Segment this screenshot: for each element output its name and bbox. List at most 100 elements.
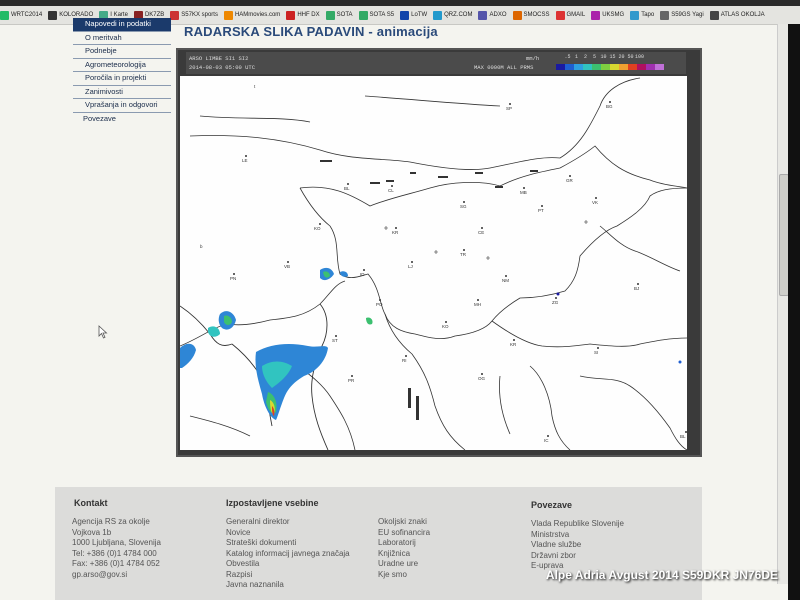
sidebar-nav: Napovedi in podatki O meritvah Podnebje …: [73, 18, 171, 125]
legend-swatch: [574, 64, 583, 70]
svg-text:LE: LE: [242, 158, 248, 163]
bookmark[interactable]: SOTA: [325, 10, 353, 20]
legend-swatch: [637, 64, 646, 70]
svg-text:CL: CL: [388, 188, 394, 193]
legend-tick: 5: [592, 54, 596, 60]
radar-time-line: 2014-08-03 05:00 UTC: [189, 64, 256, 71]
svg-text:ZG: ZG: [552, 300, 559, 305]
bookmark[interactable]: Tapo: [630, 10, 654, 20]
legend-tick: .5: [564, 54, 571, 60]
nav-item-napovedi[interactable]: Napovedi in podatki: [73, 18, 171, 32]
svg-text:OG: OG: [478, 376, 486, 381]
svg-text:SG: SG: [460, 204, 467, 209]
footer-link[interactable]: Katalog informacij javnega značaja: [226, 549, 350, 560]
bookmark[interactable]: WRTC2014: [0, 10, 42, 20]
footer-links-title: Povezave: [531, 500, 573, 510]
map-borders: [179, 77, 688, 451]
radar-map-svg: LE BL CL MB GR PT VK SG KO KR CE TR LJ V…: [179, 77, 688, 451]
svg-text:SI: SI: [594, 350, 598, 355]
footer-link[interactable]: Okoljski znaki: [378, 517, 430, 528]
footer-link[interactable]: Novice: [226, 528, 350, 539]
legend-tick: 10: [600, 54, 607, 60]
footer-link[interactable]: Državni zbor: [531, 551, 624, 562]
page-scrollbar[interactable]: [777, 24, 789, 584]
svg-text:MB: MB: [520, 190, 527, 195]
legend-swatch: [601, 64, 610, 70]
bookmark[interactable]: HAMmovies.com: [223, 10, 280, 20]
radar-unit: mm/h: [526, 55, 540, 62]
svg-text:BL: BL: [344, 186, 350, 191]
radar-station-line: ARSO LIMBE SI1 SI2: [189, 55, 249, 62]
footer-link[interactable]: Javna naznanila: [226, 580, 350, 591]
nav-item-vprasanja[interactable]: Vprašanja in odgovori: [73, 99, 171, 113]
footer-link[interactable]: Vlada Republike Slovenije: [531, 519, 624, 530]
map-coast: [179, 303, 329, 451]
bookmark[interactable]: ADXO: [478, 10, 507, 20]
bookmark[interactable]: S57KX sports: [170, 10, 218, 20]
footer-contact-line: Tel: +386 (0)1 4784 000: [72, 548, 157, 558]
svg-text:ID: ID: [360, 272, 365, 277]
legend-tick: 50: [627, 54, 634, 60]
footer-link[interactable]: Razpisi: [226, 570, 350, 581]
nav-item-porocila[interactable]: Poročila in projekti: [73, 72, 171, 86]
svg-text:CE: CE: [478, 230, 484, 235]
nav-item-o-meritvah[interactable]: O meritvah: [73, 32, 171, 45]
footer-link[interactable]: Uradne ure: [378, 559, 430, 570]
footer-contact-line: Vojkova 1b: [72, 527, 112, 537]
svg-text:NM: NM: [502, 278, 509, 283]
legend-tick: 100: [635, 54, 645, 60]
bookmark[interactable]: HHF DX: [286, 10, 320, 20]
footer-featured-list: Generalni direktor Novice Strateški doku…: [226, 517, 350, 591]
legend-swatch: [592, 64, 601, 70]
precipitation-echoes: [180, 267, 682, 420]
legend-ticks: .5 1 2 5 10 15 20 50 100: [554, 54, 644, 60]
legend-swatch: [655, 64, 664, 70]
footer-email-link[interactable]: gp.arso@gov.si: [72, 570, 161, 581]
svg-text:GR: GR: [566, 178, 574, 183]
legend-tick: 15: [609, 54, 616, 60]
bookmark[interactable]: S59GS Yagi: [660, 10, 704, 20]
svg-text:RI: RI: [402, 358, 407, 363]
radar-mode: MAX 0000M ALL PRMS: [474, 64, 534, 71]
bookmark[interactable]: GMAIL: [555, 10, 585, 20]
svg-text:t: t: [254, 84, 256, 89]
svg-text:KO: KO: [442, 324, 449, 329]
bookmark[interactable]: QRZ.COM: [433, 10, 472, 20]
footer-link[interactable]: Obvestila: [226, 559, 350, 570]
legend-swatch: [619, 64, 628, 70]
footer-contact-line: Agencija RS za okolje: [72, 517, 150, 526]
footer-link[interactable]: Generalni direktor: [226, 517, 350, 528]
legend-swatch: [583, 64, 592, 70]
svg-text:LJ: LJ: [408, 264, 413, 269]
svg-text:BG: BG: [606, 104, 613, 109]
footer-link[interactable]: EU sofinancira: [378, 528, 430, 539]
footer-link[interactable]: Strateški dokumenti: [226, 538, 350, 549]
footer-link[interactable]: Ministrstva: [531, 530, 624, 541]
svg-text:BJ: BJ: [634, 286, 639, 291]
bookmark[interactable]: ATLAS OKOLJA: [709, 10, 765, 20]
footer-link[interactable]: Knjižnica: [378, 549, 430, 560]
bookmark[interactable]: LoTW: [400, 10, 427, 20]
footer-featured-title: Izpostavljene vsebine: [226, 498, 319, 508]
radar-header: ARSO LIMBE SI1 SI2 2014-08-03 05:00 UTC …: [186, 52, 686, 74]
nav-item-povezave[interactable]: Povezave: [73, 113, 171, 126]
footer-link[interactable]: Vladne službe: [531, 540, 624, 551]
nav-item-agrometeorologija[interactable]: Agrometeorologija: [73, 59, 171, 72]
footer-link[interactable]: Kje smo: [378, 570, 430, 581]
svg-text:VB: VB: [284, 264, 290, 269]
bookmark[interactable]: SOTA S5: [358, 10, 394, 20]
legend-tick: 1: [574, 54, 578, 60]
bookmark[interactable]: UKSMG: [591, 10, 624, 20]
svg-text:BL: BL: [680, 434, 686, 439]
nav-item-podnebje[interactable]: Podnebje: [73, 45, 171, 59]
legend-swatch: [565, 64, 574, 70]
svg-text:KR: KR: [510, 342, 517, 347]
nav-item-zanimivosti[interactable]: Zanimivosti: [73, 86, 171, 99]
bookmark[interactable]: SMOCSS: [512, 10, 550, 20]
svg-text:ST: ST: [332, 338, 338, 343]
footer-link[interactable]: Laboratorij: [378, 538, 430, 549]
page-title: RADARSKA SLIKA PADAVIN - animacija: [184, 24, 438, 39]
legend-tick: 2: [583, 54, 587, 60]
legend-swatch: [646, 64, 655, 70]
radar-map[interactable]: LE BL CL MB GR PT VK SG KO KR CE TR LJ V…: [179, 76, 688, 451]
